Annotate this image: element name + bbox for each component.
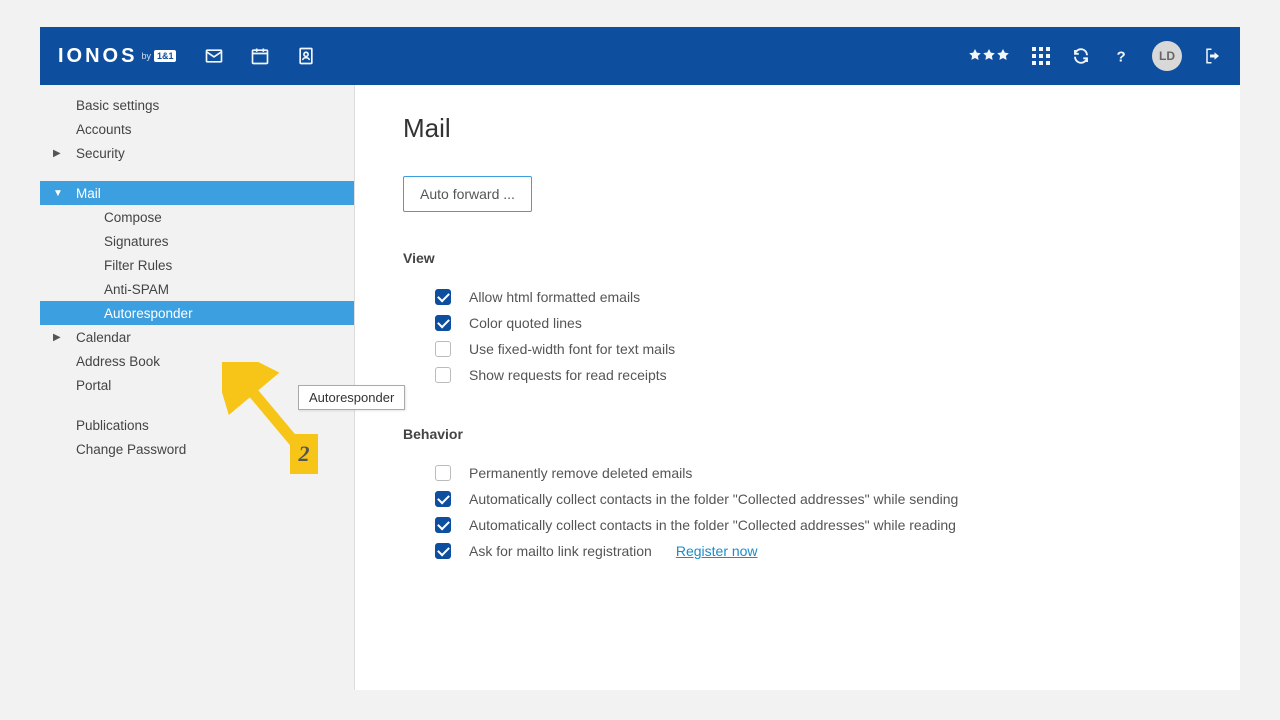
help-icon[interactable]: ? bbox=[1112, 47, 1130, 65]
sidebar-item-label: Filter Rules bbox=[104, 258, 172, 273]
svg-text:?: ? bbox=[1117, 48, 1126, 65]
sidebar-subitem-compose[interactable]: Compose bbox=[40, 205, 354, 229]
auto-forward-button[interactable]: Auto forward ... bbox=[403, 176, 532, 212]
option-allow-html: Allow html formatted emails bbox=[403, 284, 1200, 310]
option-collect-sending: Automatically collect contacts in the fo… bbox=[403, 486, 1200, 512]
caret-right-icon: ▶ bbox=[53, 148, 61, 159]
brand-by: by bbox=[141, 51, 151, 61]
option-label: Show requests for read receipts bbox=[469, 367, 667, 383]
sidebar-item-label: Security bbox=[76, 146, 125, 161]
page-title: Mail bbox=[403, 113, 1200, 144]
option-fixed-width: Use fixed-width font for text mails bbox=[403, 336, 1200, 362]
mail-icon[interactable] bbox=[204, 46, 224, 66]
sidebar-subitem-autoresponder[interactable]: Autoresponder bbox=[40, 301, 354, 325]
sidebar-item-label: Accounts bbox=[76, 122, 132, 137]
sidebar-subitem-signatures[interactable]: Signatures bbox=[40, 229, 354, 253]
option-mailto-registration: Ask for mailto link registration Registe… bbox=[403, 538, 1200, 564]
option-label: Allow html formatted emails bbox=[469, 289, 640, 305]
checkbox[interactable] bbox=[435, 341, 451, 357]
sidebar-item-label: Change Password bbox=[76, 442, 186, 457]
checkbox[interactable] bbox=[435, 543, 451, 559]
sidebar-item-label: Portal bbox=[76, 378, 111, 393]
logout-icon[interactable] bbox=[1204, 47, 1222, 65]
sidebar-subitem-filter-rules[interactable]: Filter Rules bbox=[40, 253, 354, 277]
checkbox[interactable] bbox=[435, 517, 451, 533]
sidebar-item-label: Calendar bbox=[76, 330, 131, 345]
caret-down-icon: ▼ bbox=[53, 188, 63, 199]
register-now-link[interactable]: Register now bbox=[676, 543, 758, 559]
sidebar-item-label: Signatures bbox=[104, 234, 169, 249]
caret-right-icon: ▶ bbox=[53, 332, 61, 343]
topbar: IONOS by 1&1 ? bbox=[40, 27, 1240, 85]
sidebar-item-label: Compose bbox=[104, 210, 162, 225]
checkbox[interactable] bbox=[435, 367, 451, 383]
sidebar-item-label: Publications bbox=[76, 418, 149, 433]
annotation-step-badge: 2 bbox=[290, 434, 318, 474]
topbar-right-icons: ? LD bbox=[968, 41, 1222, 71]
sidebar-item-security[interactable]: ▶ Security bbox=[40, 141, 354, 165]
option-label: Ask for mailto link registration bbox=[469, 543, 652, 559]
sidebar-item-label: Address Book bbox=[76, 354, 160, 369]
option-label: Color quoted lines bbox=[469, 315, 582, 331]
section-behavior-heading: Behavior bbox=[403, 426, 1200, 442]
sidebar-subitem-anti-spam[interactable]: Anti-SPAM bbox=[40, 277, 354, 301]
refresh-icon[interactable] bbox=[1072, 47, 1090, 65]
section-view-heading: View bbox=[403, 250, 1200, 266]
sidebar-item-accounts[interactable]: Accounts bbox=[40, 117, 354, 141]
annotation-tooltip: Autoresponder bbox=[298, 385, 405, 410]
checkbox[interactable] bbox=[435, 491, 451, 507]
calendar-icon[interactable] bbox=[250, 46, 270, 66]
checkbox[interactable] bbox=[435, 465, 451, 481]
brand-tag: 1&1 bbox=[154, 50, 177, 62]
checkbox[interactable] bbox=[435, 289, 451, 305]
apps-grid-icon[interactable] bbox=[1032, 47, 1050, 65]
topbar-left-icons bbox=[204, 46, 316, 66]
sidebar-item-label: Basic settings bbox=[76, 98, 159, 113]
option-label: Automatically collect contacts in the fo… bbox=[469, 491, 958, 507]
option-label: Use fixed-width font for text mails bbox=[469, 341, 675, 357]
stars-icon[interactable] bbox=[968, 48, 1010, 64]
option-label: Permanently remove deleted emails bbox=[469, 465, 692, 481]
sidebar-item-label: Anti-SPAM bbox=[104, 282, 169, 297]
option-remove-deleted: Permanently remove deleted emails bbox=[403, 460, 1200, 486]
sidebar-item-calendar[interactable]: ▶ Calendar bbox=[40, 325, 354, 349]
option-color-quoted: Color quoted lines bbox=[403, 310, 1200, 336]
checkbox[interactable] bbox=[435, 315, 451, 331]
option-read-receipts: Show requests for read receipts bbox=[403, 362, 1200, 388]
sidebar-item-basic-settings[interactable]: Basic settings bbox=[40, 93, 354, 117]
brand-logo[interactable]: IONOS by 1&1 bbox=[58, 45, 176, 68]
sidebar-item-label: Mail bbox=[76, 186, 101, 201]
contacts-icon[interactable] bbox=[296, 46, 316, 66]
avatar[interactable]: LD bbox=[1152, 41, 1182, 71]
sidebar-item-label: Autoresponder bbox=[104, 306, 193, 321]
content-pane: Mail Auto forward ... View Allow html fo… bbox=[355, 85, 1240, 690]
option-collect-reading: Automatically collect contacts in the fo… bbox=[403, 512, 1200, 538]
sidebar-item-mail[interactable]: ▼ Mail bbox=[40, 181, 354, 205]
option-label: Automatically collect contacts in the fo… bbox=[469, 517, 956, 533]
brand-name: IONOS bbox=[58, 45, 137, 68]
